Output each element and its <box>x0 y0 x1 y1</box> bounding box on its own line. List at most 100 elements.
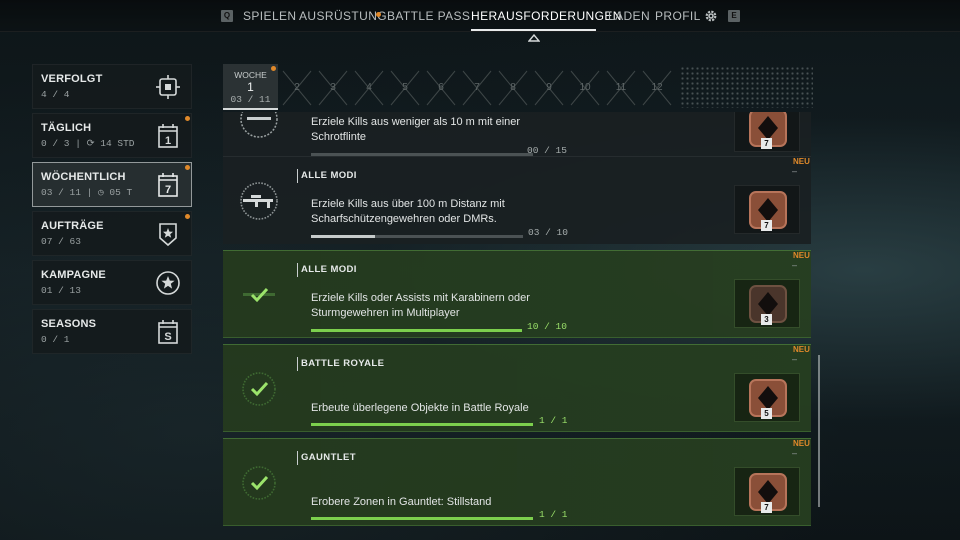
reward-level: 3 <box>761 314 772 325</box>
challenge-card-completed[interactable]: ALLE MODI Erziele Kills oder Assists mit… <box>223 250 811 338</box>
sidebar-item-label: VERFOLGT <box>41 73 103 85</box>
challenge-count: 1 / 1 <box>539 415 568 426</box>
progress-bar <box>311 517 533 520</box>
nav-spielen[interactable]: SPIELEN <box>243 9 297 23</box>
week-number: 9 <box>546 82 552 93</box>
tab-week-locked[interactable]: 5 <box>388 68 422 108</box>
nav-profil[interactable]: PROFIL <box>655 9 701 23</box>
reward-level: 7 <box>761 502 772 513</box>
sidebar-item-auftraege[interactable]: AUFTRÄGE 07 / 63 <box>32 211 192 256</box>
sidebar-item-seasons[interactable]: SEASONS 0 / 1 S <box>32 309 192 354</box>
week-number: 2 <box>294 82 300 93</box>
challenge-card-completed[interactable]: GAUNTLET Erobere Zonen in Gauntlet: Stil… <box>223 438 811 526</box>
new-badge: NEU <box>793 157 810 166</box>
challenge-count: 1 / 1 <box>539 509 568 520</box>
game-mode-label: BATTLE ROYALE <box>297 357 384 371</box>
week-number: 5 <box>402 82 408 93</box>
tab-week-locked[interactable]: 10 <box>568 68 602 108</box>
reward-box[interactable]: 3 <box>734 279 800 328</box>
sidebar-item-woechentlich[interactable]: WÖCHENTLICH 03 / 11 | ◷ 05 T 7 <box>32 162 192 207</box>
challenge-description: Erbeute überlegene Objekte in Battle Roy… <box>311 402 529 414</box>
week-number: 12 <box>651 82 663 93</box>
new-indicator-dot <box>185 165 190 170</box>
reward-level: 5 <box>761 408 772 419</box>
week-tabs: WOCHE 1 03 / 11 2 3 4 5 6 7 8 9 10 11 12 <box>223 64 813 112</box>
progress-bar <box>311 235 523 238</box>
sidebar-item-count: 0 / 1 <box>41 334 70 345</box>
sidebar-item-label: TÄGLICH <box>41 122 92 134</box>
dot-pattern-decoration <box>680 66 813 108</box>
challenge-count: 00 / 15 <box>527 145 567 156</box>
star-badge-icon <box>159 223 177 247</box>
q-key-hint[interactable]: Q <box>221 10 233 22</box>
tab-week-locked[interactable]: 11 <box>604 68 638 108</box>
svg-text:1: 1 <box>165 135 171 147</box>
new-badge: NEU <box>793 345 810 354</box>
week-label: WOCHE <box>234 70 267 80</box>
tab-week-locked[interactable]: 2 <box>280 68 314 108</box>
nav-ausruestung[interactable]: AUSRÜSTUNG <box>299 9 387 23</box>
sidebar-item-label: WÖCHENTLICH <box>41 171 126 183</box>
reward-box[interactable]: 7 <box>734 185 800 234</box>
checkmark-emblem-icon <box>242 466 276 500</box>
new-badge: NEU <box>793 439 810 448</box>
calendar-1-icon: 1 <box>158 124 178 148</box>
challenge-card[interactable]: ALLE MODI Erziele Kills aus über 100 m D… <box>223 156 811 244</box>
nav-laden[interactable]: LADEN <box>608 9 650 23</box>
scrollbar[interactable] <box>818 355 820 507</box>
week-number: 8 <box>510 82 516 93</box>
new-indicator-dot <box>185 214 190 219</box>
challenge-card[interactable]: Erziele Kills aus weniger als 10 m mit e… <box>223 112 811 162</box>
new-indicator-dot <box>376 12 381 17</box>
nav-herausforderungen[interactable]: HERAUSFORDERUNGEN <box>471 9 622 23</box>
challenge-count: 03 / 10 <box>528 227 568 238</box>
tab-week-locked[interactable]: 3 <box>316 68 350 108</box>
tab-week-locked[interactable]: 4 <box>352 68 386 108</box>
dash: – <box>792 354 798 364</box>
game-mode-label: GAUNTLET <box>297 451 356 465</box>
sidebar-item-label: SEASONS <box>41 318 97 330</box>
sidebar-item-verfolgt[interactable]: VERFOLGT 4 / 4 <box>32 64 192 109</box>
week-number: 4 <box>366 82 372 93</box>
reward-box[interactable]: 5 <box>734 373 800 422</box>
target-icon <box>156 75 180 99</box>
dash: – <box>792 260 798 270</box>
progress-bar <box>311 329 522 332</box>
gear-icon[interactable] <box>704 9 718 23</box>
sidebar-item-count: 07 / 63 <box>41 236 81 247</box>
tab-week-locked[interactable]: 12 <box>640 68 674 108</box>
week-number: 11 <box>615 82 627 93</box>
sidebar-item-label: KAMPAGNE <box>41 269 106 281</box>
challenge-description: Erziele Kills aus über 100 m Distanz mit… <box>311 198 505 225</box>
game-mode-label: ALLE MODI <box>297 263 357 277</box>
rifle-checkmark-emblem-icon <box>243 287 275 303</box>
tab-week-1[interactable]: WOCHE 1 03 / 11 <box>223 64 278 110</box>
caret-up-icon <box>528 34 540 42</box>
e-key-hint[interactable]: E <box>728 10 740 22</box>
challenge-card-completed[interactable]: BATTLE ROYALE Erbeute überlegene Objekte… <box>223 344 811 432</box>
svg-text:7: 7 <box>165 184 171 196</box>
svg-text:S: S <box>164 331 171 343</box>
calendar-7-icon: 7 <box>158 173 178 197</box>
reward-box[interactable]: 7 <box>734 112 800 152</box>
sidebar-item-count: 01 / 13 <box>41 285 81 296</box>
challenge-description: Erziele Kills oder Assists mit Karabiner… <box>311 292 530 319</box>
progress-bar <box>311 423 533 426</box>
dash: – <box>792 448 798 458</box>
tab-week-locked[interactable]: 9 <box>532 68 566 108</box>
top-navigation: Q SPIELEN AUSRÜSTUNG BATTLE PASS HERAUSF… <box>0 0 960 32</box>
week-progress: 03 / 11 <box>230 94 271 105</box>
reward-level: 7 <box>761 138 772 149</box>
nav-battle-pass[interactable]: BATTLE PASS <box>387 9 470 23</box>
sniper-rifle-emblem-icon <box>240 182 278 220</box>
sidebar-item-taeglich[interactable]: TÄGLICH 0 / 3 | ⟳ 14 STD 1 <box>32 113 192 158</box>
new-badge: NEU <box>793 251 810 260</box>
tab-week-locked[interactable]: 8 <box>496 68 530 108</box>
sidebar-item-count: 03 / 11 | ◷ 05 T <box>41 187 133 198</box>
sidebar-item-kampagne[interactable]: KAMPAGNE 01 / 13 <box>32 260 192 305</box>
tab-week-locked[interactable]: 6 <box>424 68 458 108</box>
challenge-count: 10 / 10 <box>527 321 567 332</box>
tab-week-locked[interactable]: 7 <box>460 68 494 108</box>
reward-box[interactable]: 7 <box>734 467 800 516</box>
calendar-s-icon: S <box>158 320 178 344</box>
